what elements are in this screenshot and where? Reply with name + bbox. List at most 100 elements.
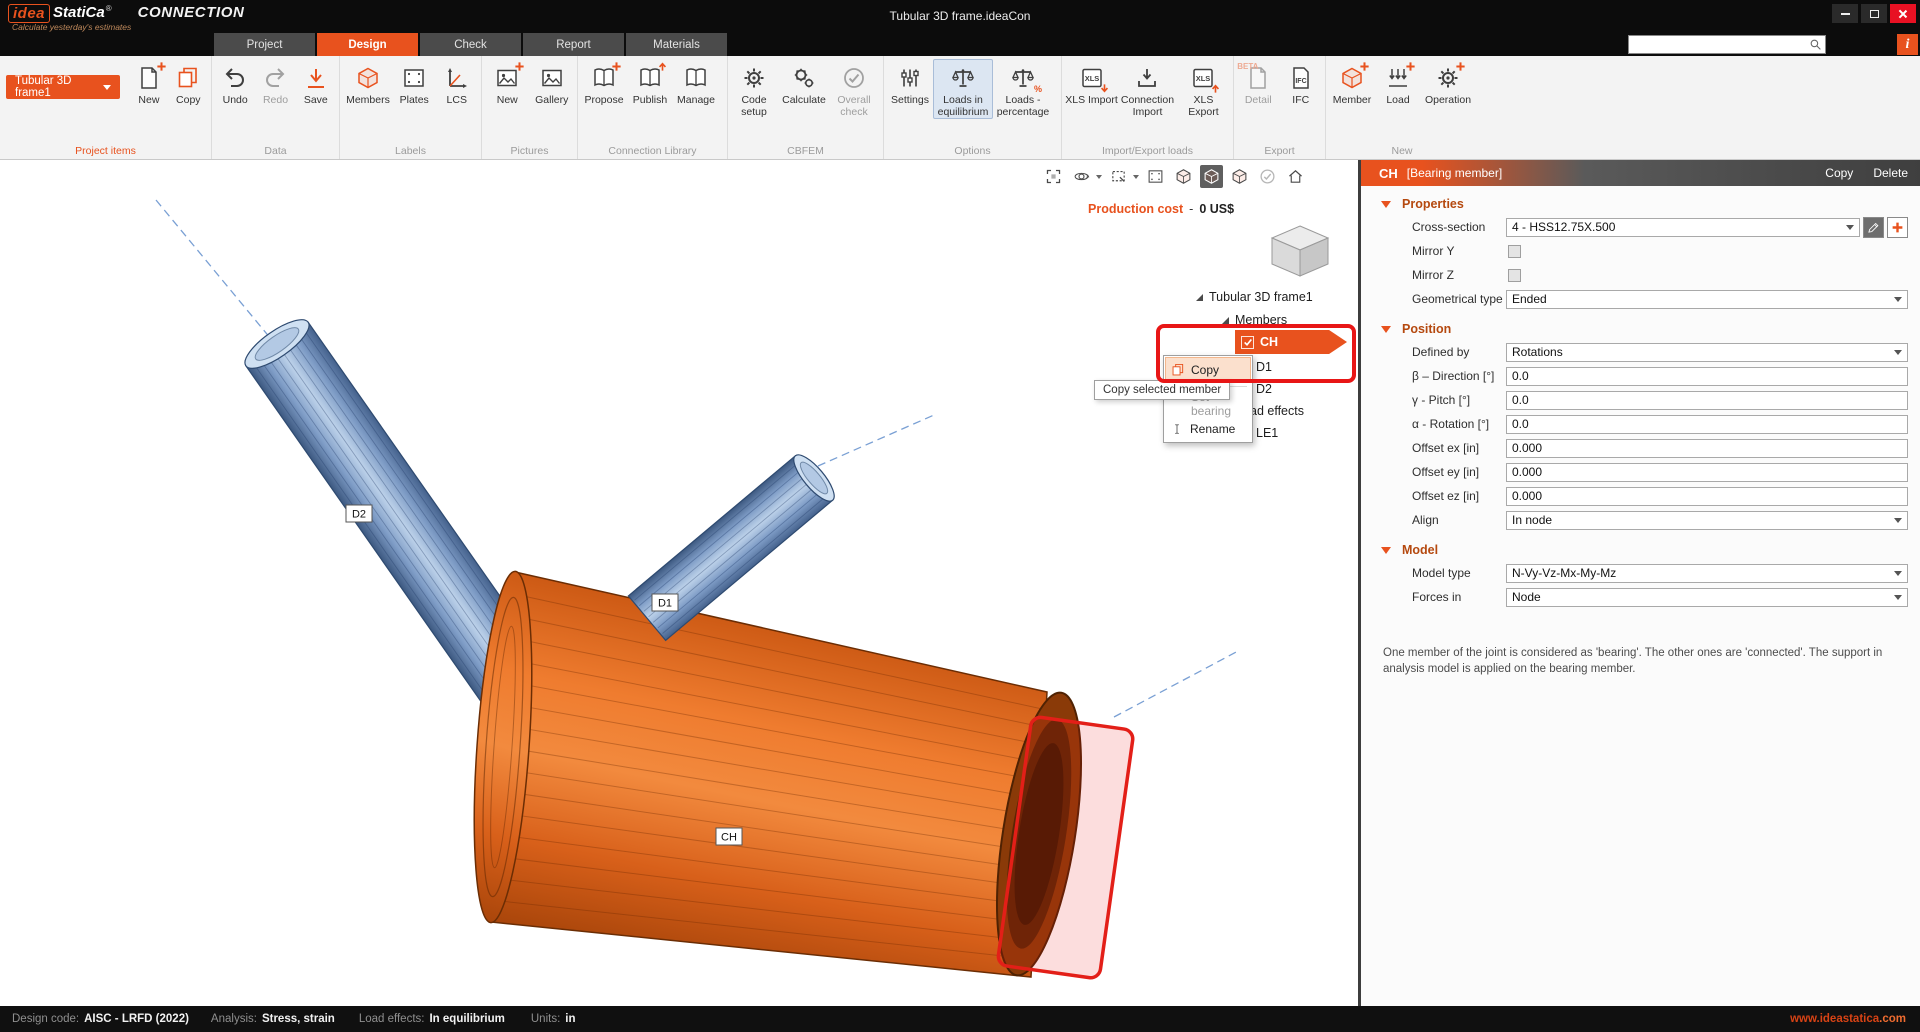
plates-labels-button[interactable]: Plates xyxy=(393,59,436,106)
search-input[interactable] xyxy=(1629,37,1809,52)
overall-check-button[interactable]: Overall check xyxy=(831,59,877,118)
website-link[interactable]: www.ideastatica.com xyxy=(1790,1013,1906,1025)
loads-percentage-button[interactable]: % Loads - percentage xyxy=(993,59,1053,118)
xls-import-button[interactable]: XLS Import xyxy=(1065,59,1118,106)
save-button[interactable]: Save xyxy=(296,59,336,106)
selection-dropdown-caret[interactable] xyxy=(1133,175,1139,179)
offset-ey-input[interactable]: 0.000 xyxy=(1506,463,1908,482)
tab-materials[interactable]: Materials xyxy=(626,33,727,56)
detail-export-button[interactable]: BETA Detail xyxy=(1237,59,1280,106)
tree-root-label: Tubular 3D frame1 xyxy=(1209,290,1313,304)
copy-project-item-button[interactable]: Copy xyxy=(169,59,208,106)
tab-design[interactable]: Design xyxy=(317,33,418,56)
selection-mode-button[interactable] xyxy=(1107,165,1130,188)
transparent-view-button[interactable] xyxy=(1228,165,1251,188)
xls-export-button[interactable]: XLS Export xyxy=(1177,59,1230,118)
expand-triangle-icon[interactable] xyxy=(1222,317,1229,324)
app-tagline: Calculate yesterday's estimates xyxy=(12,22,131,32)
edit-cross-section-button[interactable] xyxy=(1863,217,1884,238)
lcs-labels-button[interactable]: LCS xyxy=(435,59,478,106)
cross-section-select[interactable]: 4 - HSS12.75X.500 xyxy=(1506,218,1860,237)
offset-ex-input[interactable]: 0.000 xyxy=(1506,439,1908,458)
project-selector-button[interactable]: Tubular 3D frame1 xyxy=(6,75,120,99)
beta-direction-input[interactable]: 0.0 xyxy=(1506,367,1908,386)
manage-button[interactable]: Manage xyxy=(673,59,719,106)
ifc-export-button[interactable]: IFC xyxy=(1280,59,1323,106)
geometrical-type-select[interactable]: Ended xyxy=(1506,290,1908,309)
collapse-triangle-icon[interactable] xyxy=(1381,326,1391,333)
context-menu-rename[interactable]: Rename xyxy=(1165,416,1251,441)
plates-view-button[interactable] xyxy=(1144,165,1167,188)
info-button[interactable]: i xyxy=(1897,34,1918,55)
tree-item-le1[interactable]: LE1 xyxy=(1256,426,1278,440)
3d-viewport[interactable]: D2 D1 CH xyxy=(0,160,1358,1006)
search-icon[interactable] xyxy=(1809,38,1822,51)
solid-view-button[interactable] xyxy=(1200,165,1223,188)
tree-item-root[interactable]: Tubular 3D frame1 xyxy=(1196,290,1313,304)
new-operation-button[interactable]: Operation xyxy=(1421,59,1475,106)
tab-check[interactable]: Check xyxy=(420,33,521,56)
redo-button[interactable]: Redo xyxy=(255,59,295,106)
new-member-cube-icon xyxy=(1339,65,1365,91)
collapse-triangle-icon[interactable] xyxy=(1381,201,1391,208)
member-ch-solid[interactable] xyxy=(465,570,1134,981)
loads-in-equilibrium-toggle[interactable]: Loads in equilibrium xyxy=(933,59,993,119)
alpha-rotation-input[interactable]: 0.0 xyxy=(1506,415,1908,434)
ch-checkbox[interactable] xyxy=(1241,336,1254,349)
maximize-button[interactable] xyxy=(1861,4,1887,23)
publish-button[interactable]: Publish xyxy=(627,59,673,106)
settings-button[interactable]: Settings xyxy=(887,59,933,106)
tree-le1-label: LE1 xyxy=(1256,426,1278,440)
offset-ez-input[interactable]: 0.000 xyxy=(1506,487,1908,506)
tree-item-load-effects[interactable]: ad effects xyxy=(1250,404,1304,418)
gallery-button[interactable]: Gallery xyxy=(530,59,575,106)
model-type-select[interactable]: N-Vy-Vz-Mx-My-Mz xyxy=(1506,564,1908,583)
3d-scene[interactable]: D2 D1 CH xyxy=(0,160,1358,1006)
panel-delete-button[interactable]: Delete xyxy=(1873,166,1908,180)
tree-item-d1[interactable]: D1 xyxy=(1256,360,1272,374)
wireframe-view-button[interactable] xyxy=(1172,165,1195,188)
minimize-button[interactable] xyxy=(1832,4,1858,23)
propose-button[interactable]: Propose xyxy=(581,59,627,106)
undo-button[interactable]: Undo xyxy=(215,59,255,106)
close-button[interactable] xyxy=(1890,4,1916,23)
defined-by-select[interactable]: Rotations xyxy=(1506,343,1908,362)
new-project-item-button[interactable]: New xyxy=(129,59,168,106)
tree-item-members[interactable]: Members xyxy=(1222,313,1287,327)
connection-import-button[interactable]: Connection Import xyxy=(1118,59,1177,118)
tree-item-ch-selected[interactable]: CH xyxy=(1235,330,1347,354)
new-picture-button[interactable]: New xyxy=(485,59,530,106)
section-properties[interactable]: Properties xyxy=(1361,193,1920,215)
member-label-d1[interactable]: D1 xyxy=(652,594,678,611)
gamma-pitch-input[interactable]: 0.0 xyxy=(1506,391,1908,410)
new-load-button[interactable]: Load xyxy=(1375,59,1421,106)
member-label-ch[interactable]: CH xyxy=(716,828,742,845)
tab-project[interactable]: Project xyxy=(214,33,315,56)
expand-triangle-icon[interactable] xyxy=(1196,294,1203,301)
align-select[interactable]: In node xyxy=(1506,511,1908,530)
welds-view-button[interactable] xyxy=(1256,165,1279,188)
fit-view-button[interactable] xyxy=(1042,165,1065,188)
logo-idea: idea xyxy=(8,4,50,23)
tree-item-d2[interactable]: D2 xyxy=(1256,382,1272,396)
section-position[interactable]: Position xyxy=(1361,318,1920,340)
code-setup-button[interactable]: Code setup xyxy=(731,59,777,118)
mirror-y-checkbox[interactable] xyxy=(1508,245,1521,258)
orbit-dropdown-caret[interactable] xyxy=(1096,175,1102,179)
section-model[interactable]: Model xyxy=(1361,539,1920,561)
panel-copy-button[interactable]: Copy xyxy=(1825,166,1853,180)
members-labels-button[interactable]: Members xyxy=(343,59,393,106)
calculate-button[interactable]: Calculate xyxy=(777,59,831,106)
member-d1-solid[interactable] xyxy=(628,449,840,640)
orbit-view-button[interactable] xyxy=(1070,165,1093,188)
add-cross-section-button[interactable] xyxy=(1887,217,1908,238)
forces-in-select[interactable]: Node xyxy=(1506,588,1908,607)
home-view-button[interactable] xyxy=(1284,165,1307,188)
new-member-button[interactable]: Member xyxy=(1329,59,1375,106)
tab-report[interactable]: Report xyxy=(523,33,624,56)
collapse-triangle-icon[interactable] xyxy=(1381,547,1391,554)
member-label-d2[interactable]: D2 xyxy=(346,505,372,522)
context-menu-copy[interactable]: Copy xyxy=(1165,357,1251,382)
mirror-z-checkbox[interactable] xyxy=(1508,269,1521,282)
chevron-down-icon xyxy=(103,85,111,90)
